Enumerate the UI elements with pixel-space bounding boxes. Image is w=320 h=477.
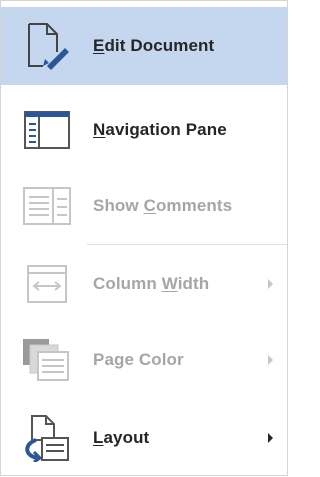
menu-item-label: Column Width — [93, 274, 210, 293]
menu-item-label: Show Comments — [93, 196, 233, 215]
submenu-arrow-icon — [268, 355, 273, 365]
menu-item-label: Layout — [93, 428, 150, 447]
edit-document-icon — [21, 21, 73, 71]
submenu-arrow-icon — [268, 433, 273, 443]
menu-item-layout[interactable]: Layout — [1, 399, 287, 477]
page-color-icon — [21, 335, 73, 385]
menu-item-show-comments[interactable]: Show Comments — [1, 167, 287, 245]
show-comments-icon — [21, 181, 73, 231]
menu-item-page-color[interactable]: Page Color — [1, 321, 287, 399]
menu-item-navigation-pane[interactable]: Navigation Pane — [1, 91, 287, 169]
submenu-arrow-icon — [268, 279, 273, 289]
menu-item-label: Page Color — [93, 350, 184, 369]
view-menu: Edit Document Navigation Pane Show Comme… — [0, 0, 288, 476]
menu-item-edit-document[interactable]: Edit Document — [1, 7, 287, 85]
navigation-pane-icon — [21, 105, 73, 155]
layout-icon — [21, 413, 73, 463]
menu-item-label: Edit Document — [93, 36, 215, 55]
column-width-icon — [21, 259, 73, 309]
menu-item-column-width[interactable]: Column Width — [1, 245, 287, 323]
menu-item-label: Navigation Pane — [93, 120, 227, 139]
